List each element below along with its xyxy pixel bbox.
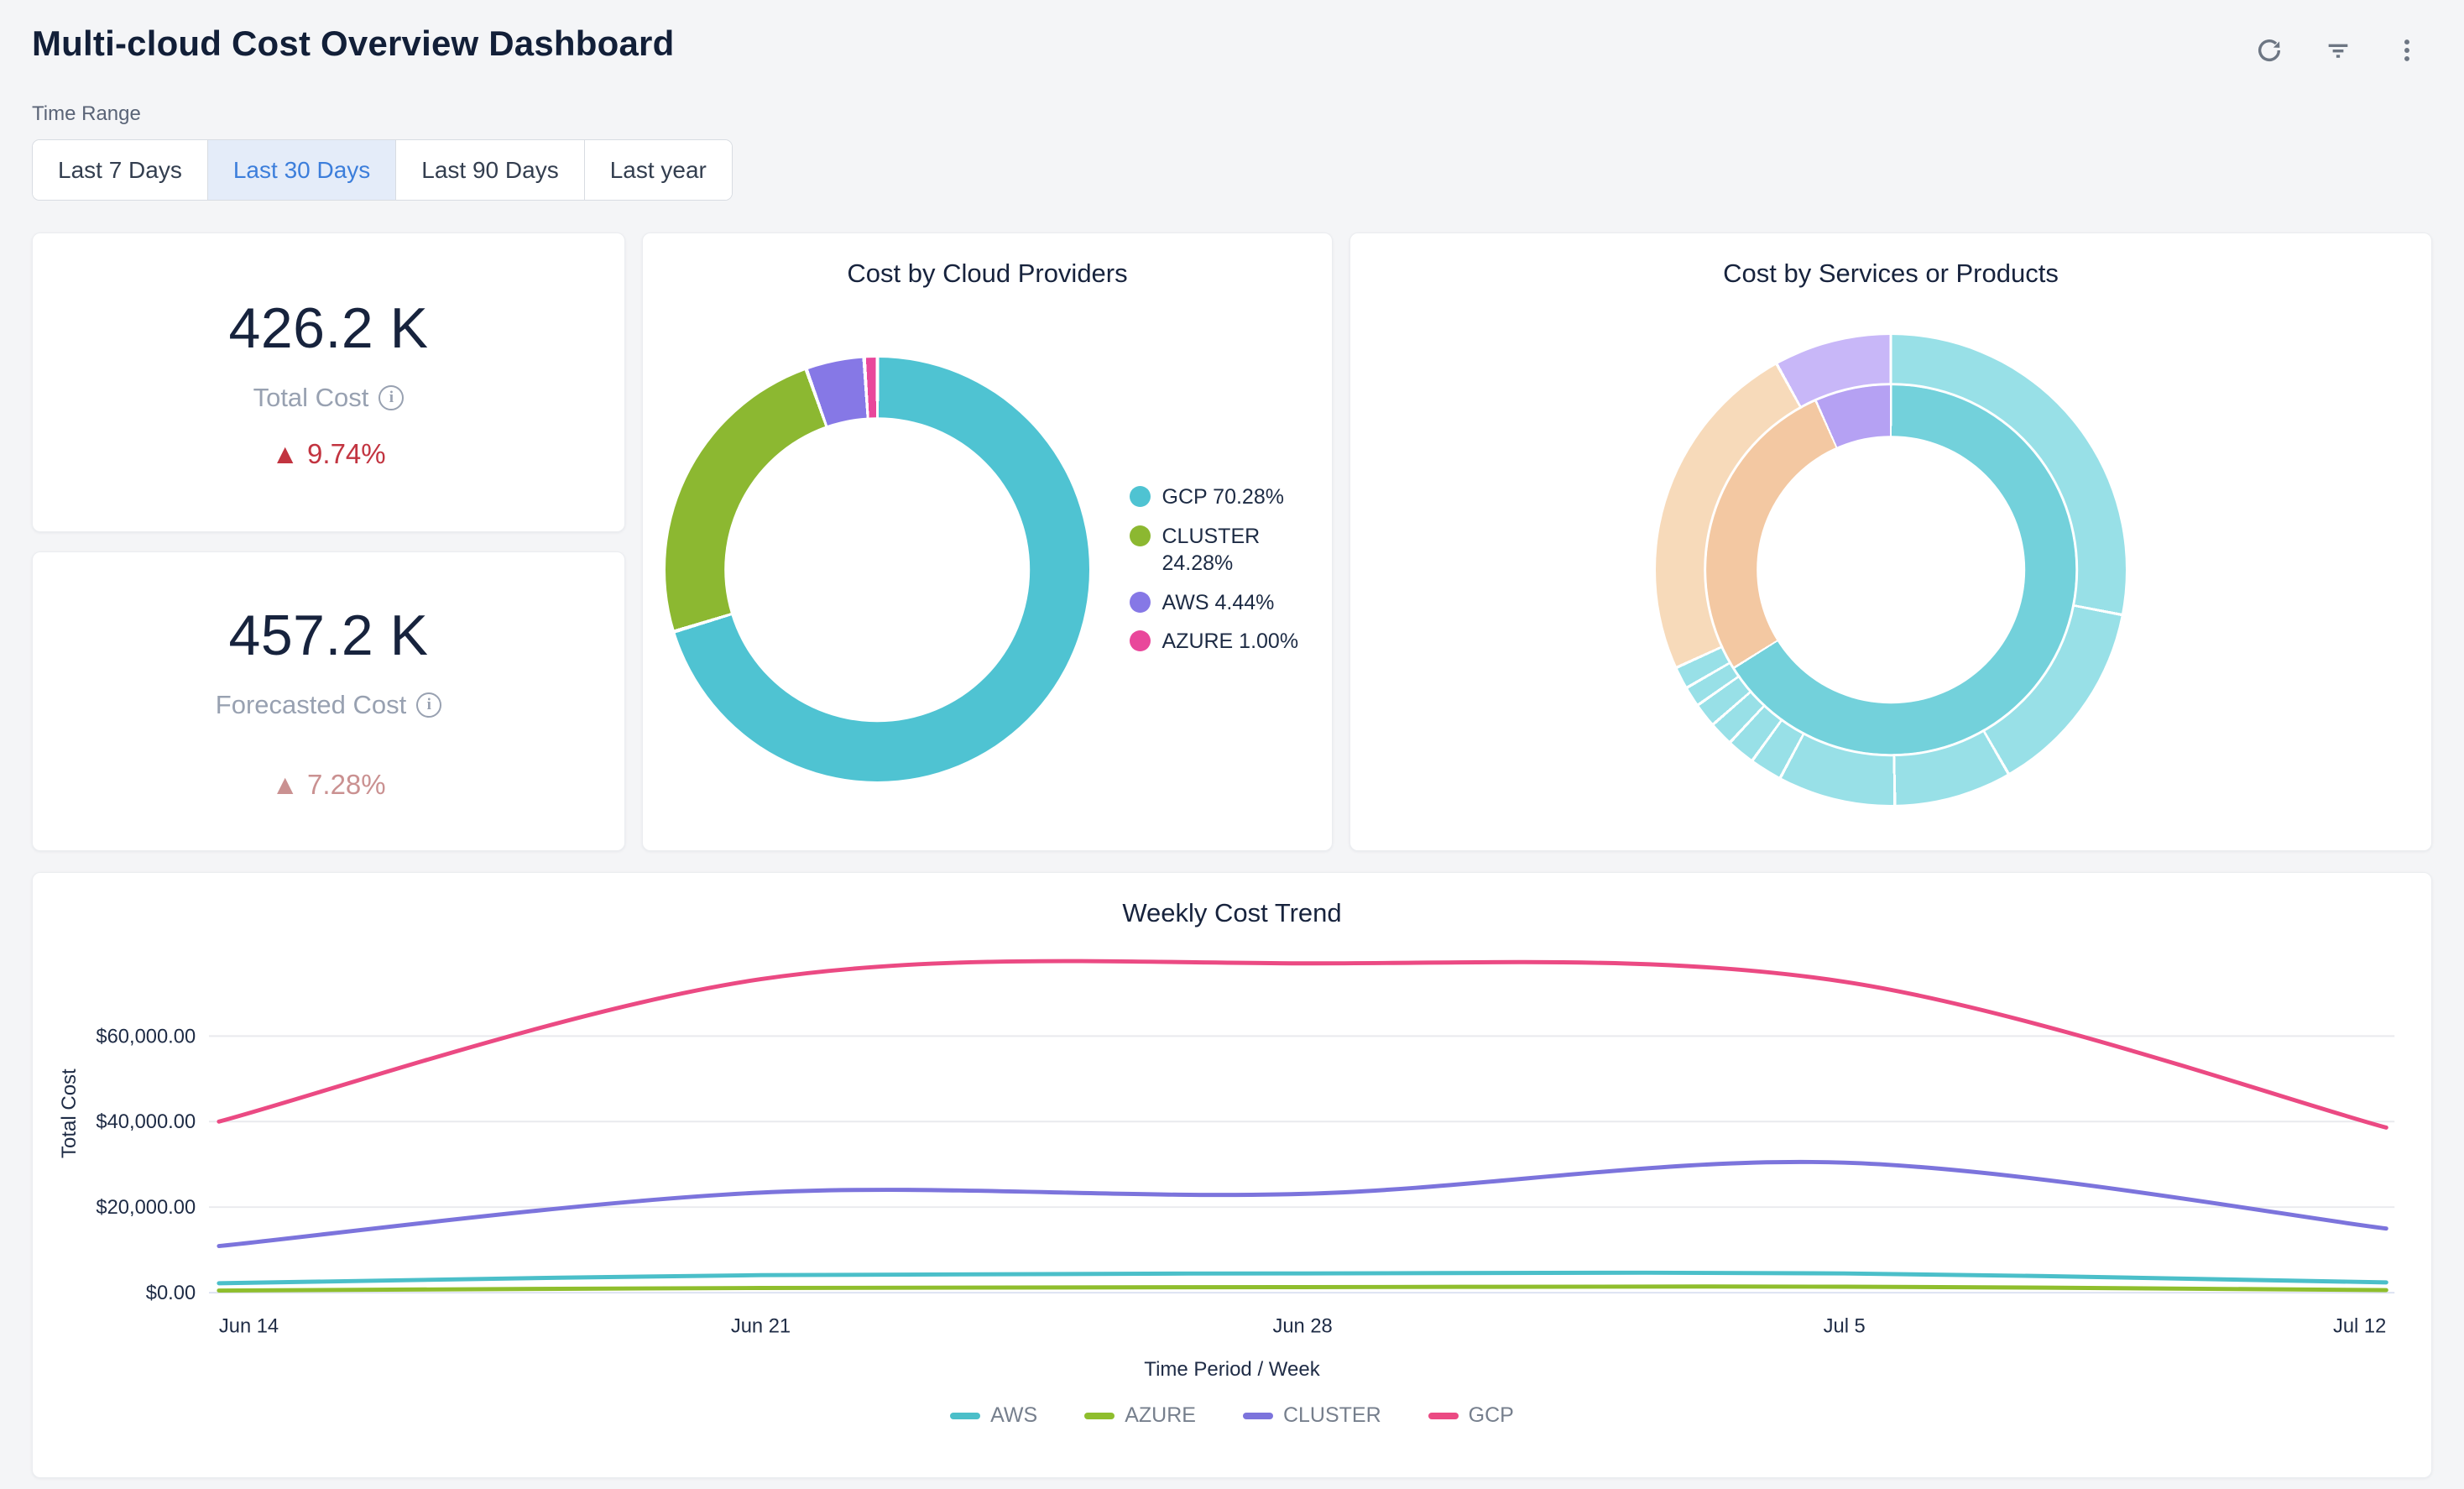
trend-line-chart[interactable]: $0.00 $20,000.00 $40,000.00 $60,000.00 Jun 1… [53, 933, 2411, 1353]
providers-legend: GCP 70.28% CLUSTER 24.28% AWS 4.44% AZURE 1… [1130, 483, 1310, 656]
trend-plot-wrapper: $0.00 $20,000.00 $40,000.00 $60,000.00 Jun 1… [53, 933, 2411, 1353]
services-chart-card: Cost by Services or Products [1349, 232, 2432, 851]
legend-dash [1428, 1413, 1459, 1419]
providers-donut-area: GCP 70.28% CLUSTER 24.28% AWS 4.44% AZURE 1… [643, 289, 1332, 850]
y-axis-title: Total Cost [58, 1068, 81, 1158]
providers-chart-title: Cost by Cloud Providers [643, 259, 1332, 289]
legend-label: AZURE [1125, 1403, 1196, 1428]
legend-label: GCP 70.28% [1162, 483, 1284, 511]
trend-legend-item-gcp[interactable]: GCP [1428, 1403, 1514, 1428]
legend-label: AWS 4.44% [1162, 589, 1275, 617]
series-line-azure [219, 1287, 2386, 1291]
total-cost-label: Total Cost [253, 383, 369, 413]
services-sunburst-area [1350, 289, 2431, 850]
legend-label: CLUSTER [1283, 1403, 1381, 1428]
legend-item-azure[interactable]: AZURE 1.00% [1130, 628, 1310, 656]
header-actions [2247, 17, 2432, 72]
services-chart-title: Cost by Services or Products [1350, 259, 2431, 289]
y-tick-label: $0.00 [146, 1283, 196, 1304]
x-tick-label: Jul 12 [2333, 1316, 2386, 1338]
x-axis-title: Time Period / Week [53, 1358, 2411, 1382]
legend-dot [1130, 592, 1151, 613]
y-tick-label: $40,000.00 [96, 1111, 196, 1133]
refresh-button[interactable] [2247, 29, 2291, 72]
trend-chart-title: Weekly Cost Trend [53, 898, 2411, 928]
info-icon[interactable]: i [416, 692, 441, 718]
y-tick-label: $20,000.00 [96, 1197, 196, 1219]
trend-chart-card: Weekly Cost Trend Total Cost $0.00 $20,00… [32, 872, 2432, 1478]
legend-dash [1084, 1413, 1115, 1419]
trend-legend-item-azure[interactable]: AZURE [1084, 1403, 1196, 1428]
total-cost-card: 426.2 K Total Cost i ▲ 9.74% [32, 232, 625, 532]
trend-legend-item-cluster[interactable]: CLUSTER [1243, 1403, 1381, 1428]
arrow-up-icon: ▲ [271, 769, 299, 801]
cards-grid: 426.2 K Total Cost i ▲ 9.74% 457.2 K For… [32, 232, 2432, 851]
forecasted-cost-card: 457.2 K Forecasted Cost i ▲ 7.28% [32, 551, 625, 851]
refresh-icon [2255, 36, 2284, 65]
kpi-column: 426.2 K Total Cost i ▲ 9.74% 457.2 K For… [32, 232, 625, 851]
info-icon[interactable]: i [378, 385, 404, 410]
legend-dash [1243, 1413, 1273, 1419]
services-sunburst-chart[interactable] [1656, 335, 2126, 805]
time-range-option-last-7-days[interactable]: Last 7 Days [33, 140, 207, 200]
x-tick-label: Jul 5 [1824, 1316, 1866, 1338]
more-vertical-icon [2393, 36, 2421, 65]
total-cost-delta: ▲ 9.74% [271, 438, 385, 470]
trend-legend-item-aws[interactable]: AWS [950, 1403, 1037, 1428]
legend-item-gcp[interactable]: GCP 70.28% [1130, 483, 1310, 511]
forecasted-cost-value: 457.2 K [229, 603, 429, 668]
donut-hole [724, 417, 1030, 723]
time-range-segmented-control: Last 7 DaysLast 30 DaysLast 90 DaysLast … [32, 139, 733, 201]
legend-label: AZURE 1.00% [1162, 628, 1299, 656]
time-range-option-last-year[interactable]: Last year [584, 140, 732, 200]
total-cost-value: 426.2 K [229, 295, 429, 361]
sunburst-hole [1759, 438, 2023, 702]
y-tick-label: $60,000.00 [96, 1026, 196, 1048]
filter-icon [2324, 36, 2352, 65]
legend-dash [950, 1413, 980, 1419]
legend-dot [1130, 525, 1151, 546]
filter-button[interactable] [2316, 29, 2360, 72]
more-menu-button[interactable] [2385, 29, 2429, 72]
legend-label: CLUSTER 24.28% [1162, 523, 1310, 577]
series-line-aws [219, 1272, 2386, 1283]
legend-dot [1130, 630, 1151, 651]
legend-item-aws[interactable]: AWS 4.44% [1130, 589, 1310, 617]
time-range-option-last-90-days[interactable]: Last 90 Days [395, 140, 583, 200]
forecasted-cost-label-row: Forecasted Cost i [216, 690, 441, 720]
x-tick-label: Jun 28 [1272, 1316, 1332, 1338]
arrow-up-icon: ▲ [271, 438, 299, 470]
page-title: Multi-cloud Cost Overview Dashboard [32, 17, 674, 64]
providers-chart-card: Cost by Cloud Providers GCP 70.28% CLUSTE… [642, 232, 1333, 851]
x-tick-label: Jun 21 [731, 1316, 791, 1338]
forecasted-cost-delta: ▲ 7.28% [271, 769, 385, 801]
time-range-label: Time Range [32, 102, 2432, 126]
series-line-gcp [219, 961, 2386, 1127]
legend-dot [1130, 486, 1151, 507]
providers-donut-chart[interactable] [666, 358, 1089, 781]
forecasted-cost-label: Forecasted Cost [216, 690, 406, 720]
time-range-option-last-30-days[interactable]: Last 30 Days [207, 140, 395, 200]
series-line-cluster [219, 1162, 2386, 1246]
legend-label: AWS [990, 1403, 1037, 1428]
trend-legend: AWS AZURE CLUSTER GCP [53, 1403, 2411, 1428]
header: Multi-cloud Cost Overview Dashboard [32, 17, 2432, 91]
total-cost-label-row: Total Cost i [253, 383, 405, 413]
legend-item-cluster[interactable]: CLUSTER 24.28% [1130, 523, 1310, 577]
x-tick-label: Jun 14 [219, 1316, 279, 1338]
legend-label: GCP [1469, 1403, 1514, 1428]
dashboard-page: Multi-cloud Cost Overview Dashboard [0, 0, 2464, 1478]
